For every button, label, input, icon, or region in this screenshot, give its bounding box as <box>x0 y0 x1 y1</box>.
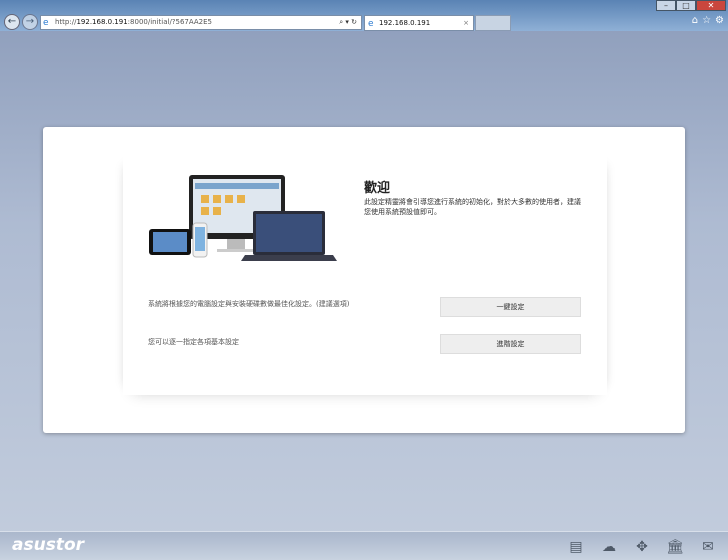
taskbar: asustor ▤ ☁ ✥ 🏛 ✉ <box>0 531 728 560</box>
ie-icon: e <box>43 18 49 28</box>
tab-title: 192.168.0.191 <box>379 19 431 27</box>
quick-setup-description: 系統將根據您的電腦設定與安裝硬碟數做最佳化設定。(建議選項) <box>148 300 350 308</box>
puzzle-icon[interactable]: ✥ <box>632 539 652 556</box>
new-tab-button[interactable] <box>475 15 511 31</box>
address-bar[interactable]: e http://192.168.0.191:8000/initial/?567… <box>40 15 362 30</box>
cloud-download-icon[interactable]: ☁ <box>599 539 619 556</box>
tab-active[interactable]: e 192.168.0.191 × <box>364 15 474 31</box>
wizard-card: 歡迎 此設定精靈將會引導您進行系統的初始化，對於大多數的使用者，建議您使用系統預… <box>43 127 685 433</box>
maximize-button[interactable]: □ <box>676 0 696 11</box>
ie-icon: e <box>368 19 374 29</box>
mail-icon[interactable]: ✉ <box>698 539 718 556</box>
welcome-description: 此設定精靈將會引導您進行系統的初始化，對於大多數的使用者，建議您使用系統預設值即… <box>364 198 581 216</box>
gear-icon[interactable]: ⚙ <box>715 15 724 26</box>
url-host: 192.168.0.191 <box>76 18 128 26</box>
close-button[interactable]: ✕ <box>696 0 726 11</box>
url-prefix: http:// <box>55 18 77 26</box>
forward-button[interactable]: → <box>22 14 38 30</box>
tab-close-icon[interactable]: × <box>463 16 469 30</box>
quick-setup-button[interactable]: 一鍵設定 <box>440 297 581 317</box>
browser-chrome: – □ ✕ ← → e http://192.168.0.191:8000/in… <box>0 0 728 31</box>
chat-icon[interactable]: ▤ <box>566 539 586 556</box>
asustor-logo: asustor <box>12 535 85 555</box>
advanced-setup-button[interactable]: 進階設定 <box>440 334 581 354</box>
browser-tools: ⌂ ☆ ⚙ <box>692 15 724 26</box>
bank-icon[interactable]: 🏛 <box>665 539 685 556</box>
advanced-setup-description: 您可以逐一指定各項基本設定 <box>148 338 239 346</box>
url-rest: :8000/initial/?567AA2E5 <box>127 18 212 26</box>
welcome-title: 歡迎 <box>364 181 391 196</box>
home-icon[interactable]: ⌂ <box>692 15 698 26</box>
minimize-button[interactable]: – <box>656 0 676 11</box>
back-button[interactable]: ← <box>4 14 20 30</box>
taskbar-icons: ▤ ☁ ✥ 🏛 ✉ <box>566 539 718 556</box>
devices-illustration <box>149 175 337 261</box>
window-controls: – □ ✕ <box>656 0 726 11</box>
favorites-icon[interactable]: ☆ <box>702 15 711 26</box>
search-refresh-icon[interactable]: ⌕ ▾ ↻ <box>339 16 357 29</box>
